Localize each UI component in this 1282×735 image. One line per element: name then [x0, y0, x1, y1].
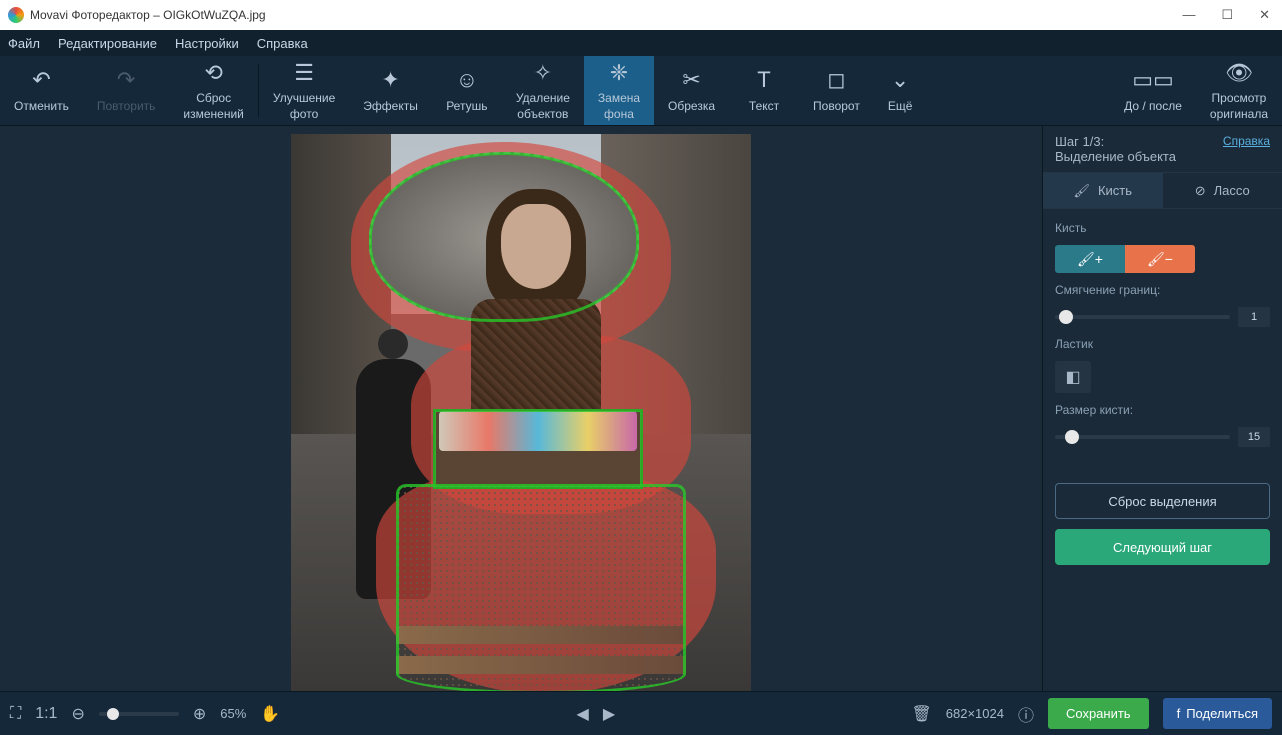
tab-brush[interactable]: 🖌 Кисть — [1043, 173, 1163, 209]
undo-label: Отменить — [14, 99, 69, 115]
zoom-slider[interactable] — [99, 712, 179, 716]
reset-changes-button[interactable]: ⟲ Сброс изменений — [169, 56, 257, 125]
view-original-label: Просмотр оригинала — [1210, 91, 1268, 122]
actual-size-button[interactable]: 1:1 — [35, 705, 57, 723]
zoom-in-button[interactable]: ⊕ — [193, 704, 206, 724]
eye-icon: 👁 — [1225, 59, 1253, 88]
more-tools-button[interactable]: ⌄ Ещё — [874, 56, 927, 125]
view-original-button[interactable]: 👁 Просмотр оригинала — [1196, 56, 1282, 125]
editing-image[interactable] — [291, 134, 751, 691]
face-icon: ☺ — [456, 66, 478, 95]
enhance-label: Улучшение фото — [273, 91, 335, 122]
rotate-button[interactable]: ◻ Поворот — [799, 56, 874, 125]
window-titlebar: Movavi Фоторедактор – OIGkOtWuZQA.jpg — … — [0, 0, 1282, 30]
pan-button[interactable]: ✋ — [260, 704, 280, 724]
rotate-label: Поворот — [813, 99, 860, 115]
text-icon: T — [757, 66, 770, 95]
next-image-button[interactable]: ▶ — [603, 704, 615, 724]
eraser-button[interactable]: ◧ — [1055, 361, 1091, 393]
enhance-photo-button[interactable]: ☰ Улучшение фото — [259, 56, 349, 125]
text-button[interactable]: T Текст — [729, 56, 799, 125]
brush-add-button[interactable]: 🖌+ — [1055, 245, 1125, 273]
puzzle-icon: ✧ — [534, 59, 552, 88]
sparkle-icon: ✦ — [381, 66, 399, 95]
crop-button[interactable]: ✂ Обрезка — [654, 56, 729, 125]
main-toolbar: ↶ Отменить ↷ Повторить ⟲ Сброс изменений ☰ У… — [0, 56, 1282, 126]
share-button[interactable]: f Поделиться — [1163, 698, 1272, 729]
zoom-percent: 65% — [220, 706, 246, 721]
remove-objects-button[interactable]: ✧ Удаление объектов — [502, 56, 584, 125]
brush-subtract-button[interactable]: 🖌− — [1125, 245, 1195, 273]
eraser-icon: ◧ — [1065, 367, 1080, 387]
more-label: Ещё — [888, 99, 913, 115]
redo-icon: ↷ — [117, 66, 135, 95]
minimize-button[interactable]: — — [1178, 7, 1199, 23]
rotate-icon: ◻ — [827, 66, 845, 95]
canvas-area[interactable] — [0, 126, 1042, 691]
help-link[interactable]: Справка — [1223, 134, 1270, 148]
brush-section-label: Кисть — [1055, 221, 1270, 235]
menu-help[interactable]: Справка — [257, 36, 308, 51]
brush-icon: 🖌 — [1073, 183, 1090, 199]
save-button[interactable]: Сохранить — [1048, 698, 1149, 729]
redo-label: Повторить — [97, 99, 156, 115]
retouch-button[interactable]: ☺ Ретушь — [432, 56, 502, 125]
maximize-button[interactable]: ☐ — [1217, 7, 1237, 23]
share-label: Поделиться — [1186, 706, 1258, 721]
step-title: Выделение объекта — [1055, 149, 1176, 164]
tab-lasso[interactable]: ⊘ Лассо — [1163, 173, 1282, 209]
window-title: Movavi Фоторедактор – OIGkOtWuZQA.jpg — [30, 8, 1178, 22]
reset-label: Сброс изменений — [183, 91, 243, 122]
tab-lasso-label: Лассо — [1214, 183, 1250, 198]
crop-label: Обрезка — [668, 99, 715, 115]
tab-brush-label: Кисть — [1098, 183, 1132, 198]
reset-selection-button[interactable]: Сброс выделения — [1055, 483, 1270, 519]
crop-icon: ✂ — [682, 66, 700, 95]
bottom-bar: ⛶ 1:1 ⊖ ⊕ 65% ✋ ◀ ▶ 🗑 682×1024 ⓘ Сохрани… — [0, 691, 1282, 735]
zoom-out-button[interactable]: ⊖ — [71, 704, 84, 724]
prev-image-button[interactable]: ◀ — [577, 704, 589, 724]
facebook-icon: f — [1177, 706, 1181, 721]
menu-bar: Файл Редактирование Настройки Справка — [0, 30, 1282, 56]
image-dimensions: 682×1024 — [946, 706, 1004, 721]
reset-icon: ⟲ — [204, 59, 222, 88]
fit-to-screen-button[interactable]: ⛶ — [10, 705, 21, 723]
effects-label: Эффекты — [363, 99, 418, 115]
chevron-down-icon: ⌄ — [891, 66, 909, 95]
lasso-icon: ⊘ — [1195, 183, 1206, 199]
background-icon: ❈ — [610, 59, 628, 88]
close-button[interactable]: ✕ — [1255, 7, 1274, 23]
remove-obj-label: Удаление объектов — [516, 91, 570, 122]
before-after-label: До / после — [1124, 99, 1182, 115]
retouch-label: Ретушь — [446, 99, 487, 115]
brush-plus-icon: 🖌+ — [1077, 251, 1103, 268]
effects-button[interactable]: ✦ Эффекты — [349, 56, 432, 125]
menu-settings[interactable]: Настройки — [175, 36, 239, 51]
edge-softening-value: 1 — [1238, 307, 1270, 327]
app-logo-icon — [8, 7, 24, 23]
replace-bg-label: Замена фона — [598, 91, 640, 122]
undo-button[interactable]: ↶ Отменить — [0, 56, 83, 125]
next-step-button[interactable]: Следующий шаг — [1055, 529, 1270, 565]
info-button[interactable]: ⓘ — [1018, 702, 1034, 726]
brush-size-label: Размер кисти: — [1055, 403, 1270, 417]
brush-size-value: 15 — [1238, 427, 1270, 447]
redo-button[interactable]: ↷ Повторить — [83, 56, 170, 125]
edge-softening-label: Смягчение границ: — [1055, 283, 1270, 297]
menu-file[interactable]: Файл — [8, 36, 40, 51]
sliders-icon: ☰ — [294, 59, 314, 88]
eraser-label: Ластик — [1055, 337, 1270, 351]
side-panel: Шаг 1/3: Выделение объекта Справка 🖌 Кист… — [1042, 126, 1282, 691]
undo-icon: ↶ — [32, 66, 50, 95]
brush-size-slider[interactable] — [1055, 435, 1230, 439]
step-indicator: Шаг 1/3: — [1055, 134, 1176, 149]
menu-edit[interactable]: Редактирование — [58, 36, 157, 51]
edge-softening-slider[interactable] — [1055, 315, 1230, 319]
brush-minus-icon: 🖌− — [1147, 251, 1173, 268]
compare-icon: ▭▭ — [1132, 66, 1174, 95]
before-after-button[interactable]: ▭▭ До / после — [1110, 56, 1196, 125]
text-label: Текст — [749, 99, 779, 115]
replace-background-button[interactable]: ❈ Замена фона — [584, 56, 654, 125]
delete-button[interactable]: 🗑 — [911, 704, 931, 724]
